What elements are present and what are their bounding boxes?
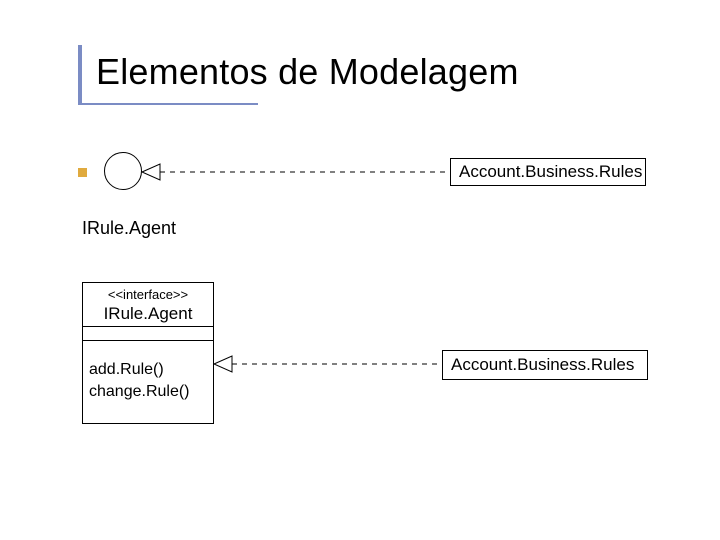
interface-name: IRule.Agent	[87, 302, 209, 324]
account-business-rules-label-2: Account.Business.Rules	[443, 351, 647, 375]
irule-agent-label: IRule.Agent	[82, 218, 176, 239]
interface-class-box: <<interface>> IRule.Agent add.Rule() cha…	[82, 282, 214, 424]
title-bar: Elementos de Modelagem	[78, 45, 638, 103]
account-business-rules-label-1: Account.Business.Rules	[451, 159, 645, 182]
slide: Elementos de Modelagem Account.Business.…	[0, 0, 720, 540]
operation-item: change.Rule()	[89, 381, 207, 403]
realization-arrow-top	[142, 160, 450, 200]
realization-arrow-bottom	[214, 352, 442, 392]
title-accent	[78, 45, 82, 103]
title-underline	[78, 103, 258, 105]
interface-operations: add.Rule() change.Rule()	[83, 341, 213, 423]
account-business-rules-box-1: Account.Business.Rules	[450, 158, 646, 186]
interface-header: <<interface>> IRule.Agent	[83, 283, 213, 327]
interface-attributes	[83, 327, 213, 341]
page-title: Elementos de Modelagem	[96, 51, 519, 93]
account-business-rules-box-2: Account.Business.Rules	[442, 350, 648, 380]
operation-item: add.Rule()	[89, 359, 207, 381]
lollipop-interface-icon	[104, 152, 142, 190]
bullet-icon	[78, 168, 87, 177]
interface-stereotype: <<interface>>	[87, 287, 209, 302]
